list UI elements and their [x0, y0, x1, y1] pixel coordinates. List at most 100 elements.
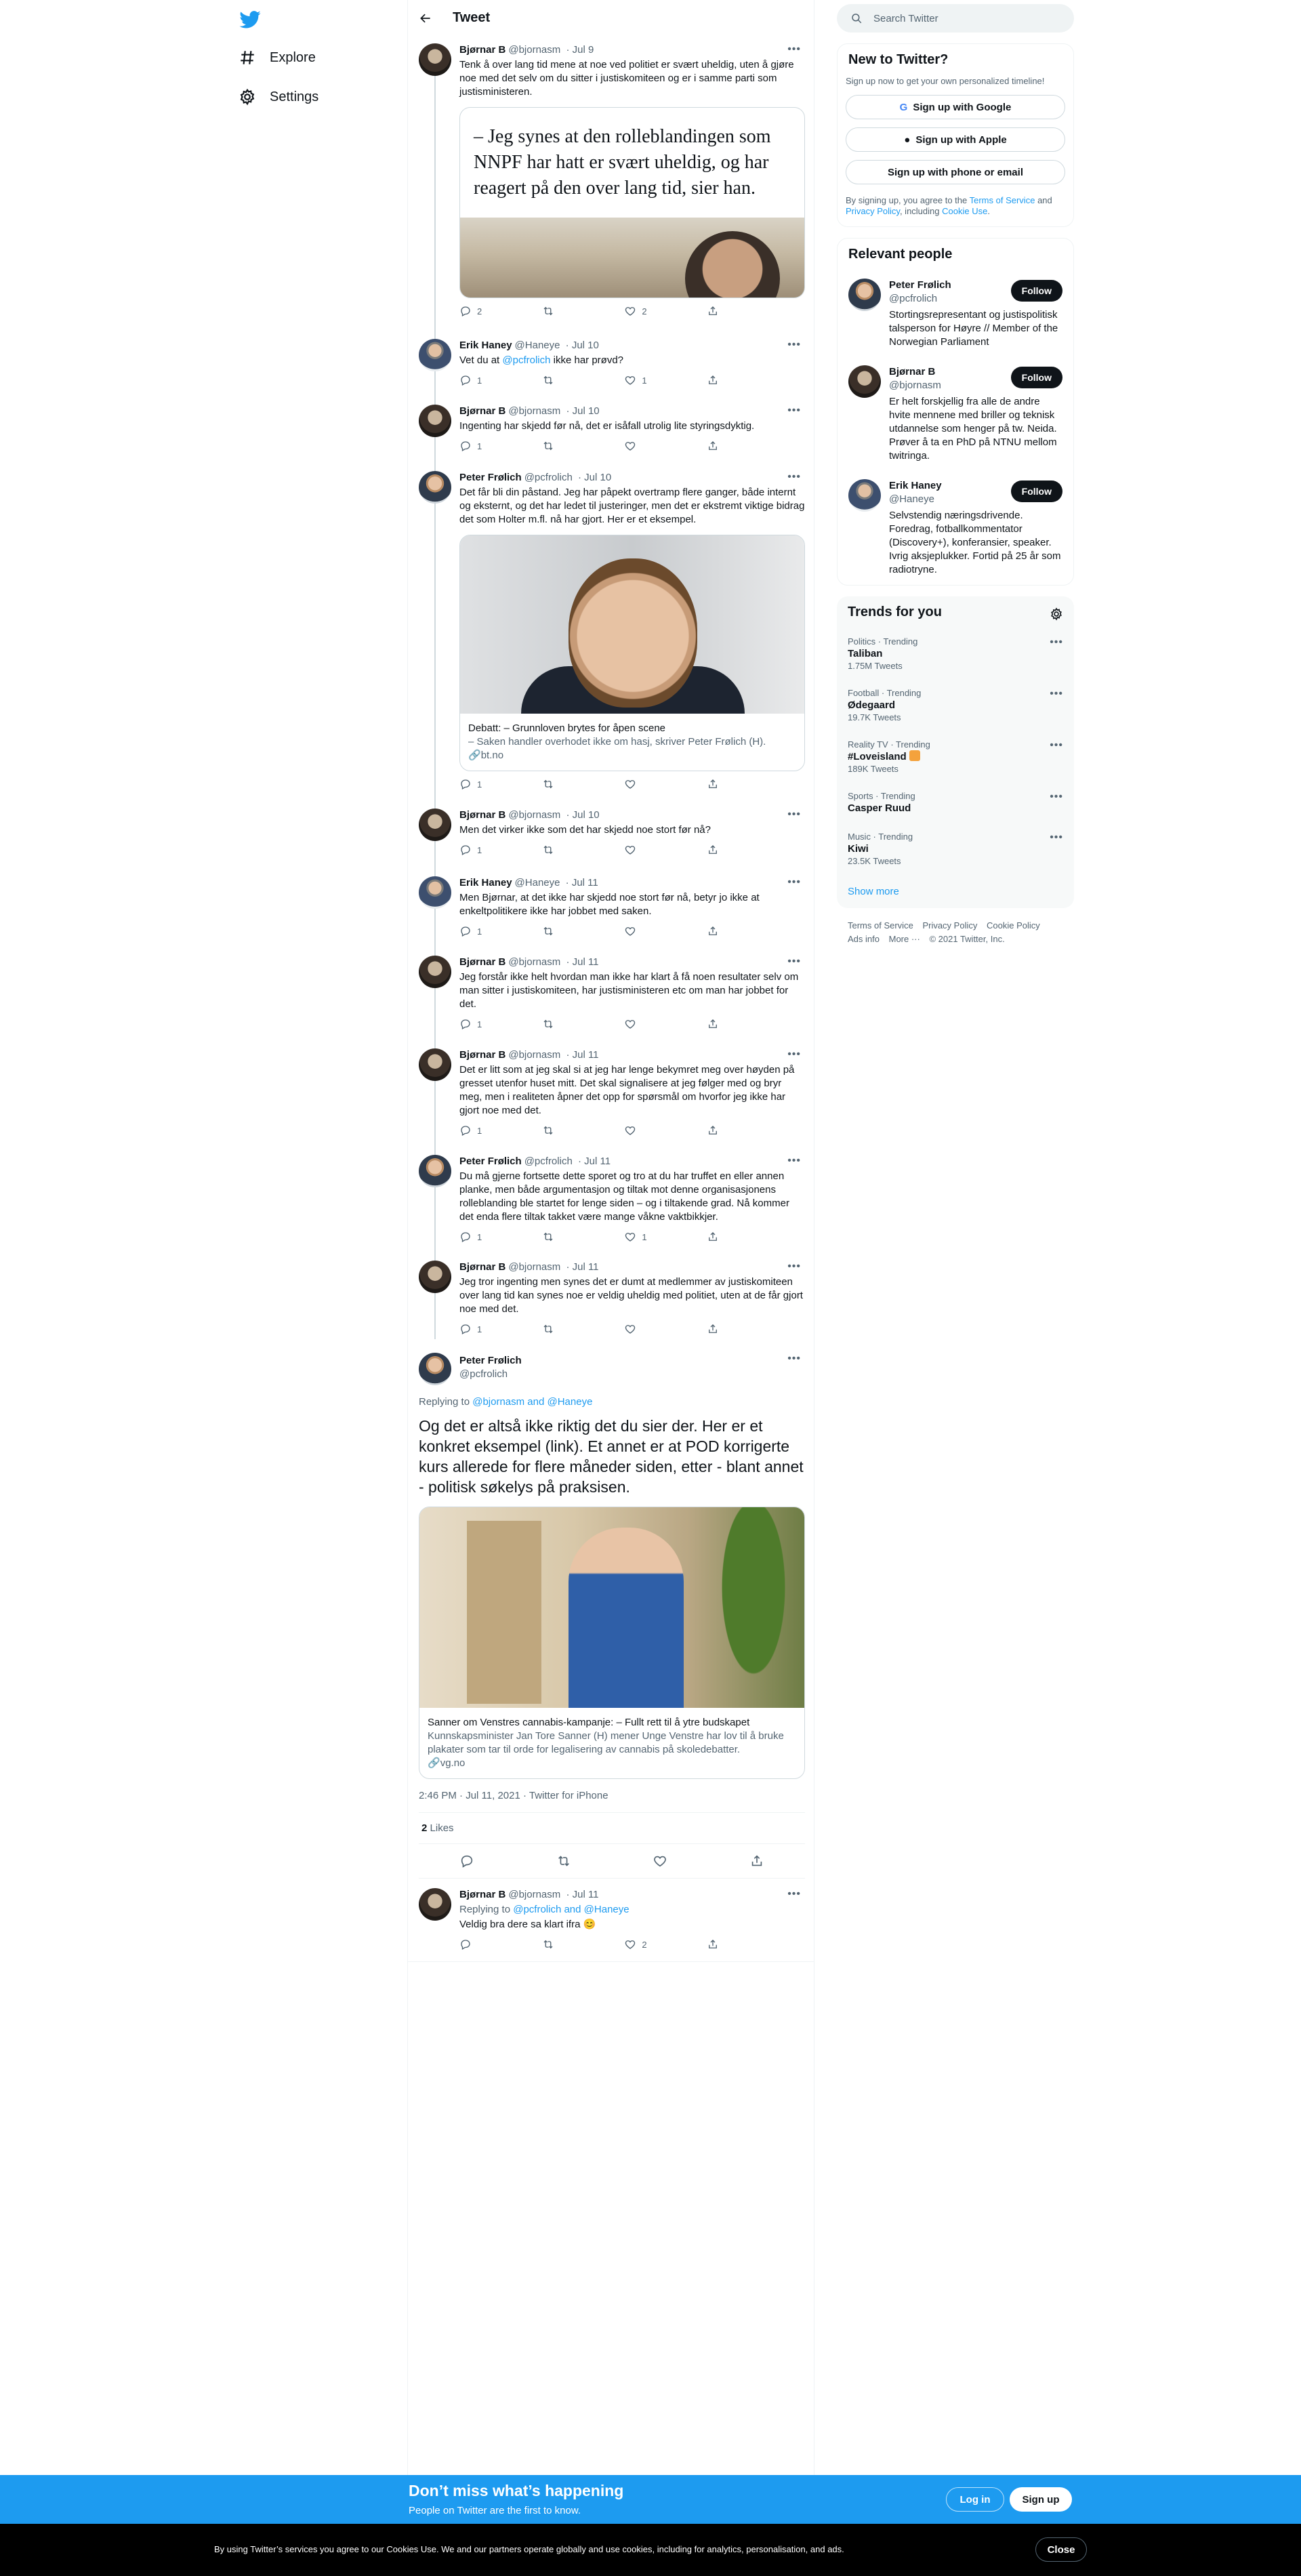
heart-icon[interactable] [653, 1854, 667, 1868]
tweet-handle[interactable]: @bjornasm [508, 405, 560, 417]
like-button[interactable] [624, 1018, 665, 1030]
tweet-date[interactable]: · Jul 10 [566, 340, 599, 351]
reply-button[interactable]: 1 [459, 778, 500, 790]
follow-button[interactable]: Follow [1010, 280, 1062, 302]
more-icon[interactable]: ••• [787, 876, 801, 888]
tweet-timestamp[interactable]: 2:46 PM · Jul 11, 2021 · Twitter for iPh… [419, 1790, 805, 1801]
login-button[interactable]: Log in [946, 2487, 1004, 2512]
like-button[interactable]: 1 [624, 374, 665, 386]
footer-link[interactable]: Privacy Policy [922, 920, 977, 931]
tweet-handle[interactable]: @pcfrolich [524, 472, 573, 483]
retweet-button[interactable] [542, 1323, 583, 1335]
privacy-link[interactable]: Privacy Policy [846, 206, 900, 216]
close-button[interactable]: Close [1035, 2537, 1087, 2562]
like-button[interactable]: 2 [624, 305, 665, 317]
tweet-author[interactable]: Erik Haney [459, 340, 512, 351]
reply-button[interactable]: 1 [459, 1323, 500, 1335]
share-button[interactable] [707, 1938, 747, 1950]
tweet-date[interactable]: · Jul 11 [566, 956, 598, 968]
replying-to-links[interactable]: @bjornasm and @Haneye [472, 1396, 592, 1408]
reply-button[interactable]: 1 [459, 844, 500, 856]
reply-button[interactable]: 1 [459, 925, 500, 937]
reply-button[interactable]: 1 [459, 1124, 500, 1137]
retweet-button[interactable] [542, 374, 583, 386]
tweet-author[interactable]: Peter Frølich [459, 1354, 522, 1368]
retweet-button[interactable] [542, 305, 583, 317]
more-icon[interactable]: ••• [787, 43, 801, 56]
gear-icon[interactable] [1050, 607, 1063, 621]
tweet-handle[interactable]: @Haneye [515, 340, 560, 351]
like-button[interactable] [624, 440, 665, 452]
tweet-handle[interactable]: @bjornasm [508, 1889, 560, 1900]
more-icon[interactable]: ••• [787, 339, 801, 351]
avatar[interactable] [419, 405, 451, 437]
tweet-handle[interactable]: @bjornasm [508, 956, 560, 968]
avatar[interactable] [419, 956, 451, 988]
avatar[interactable] [848, 279, 881, 311]
nav-explore[interactable]: Explore [239, 49, 316, 66]
trend-item[interactable]: Reality TV · Trending #Loveisland 189K Tw… [837, 731, 1074, 783]
share-button[interactable] [707, 844, 747, 856]
more-icon[interactable]: ••• [787, 956, 801, 968]
retweet-button[interactable] [542, 1124, 583, 1137]
tweet-handle[interactable]: @bjornasm [508, 809, 560, 821]
more-icon[interactable]: ••• [1050, 739, 1063, 752]
reply-button[interactable] [459, 1938, 500, 1950]
avatar[interactable] [419, 1888, 451, 1921]
tweet-handle[interactable]: @pcfrolich [524, 1156, 573, 1167]
tweet-author[interactable]: Bjørnar B [459, 1889, 505, 1900]
tweet-author[interactable]: Peter Frølich [459, 1156, 522, 1167]
signup-apple-button[interactable]: ● Sign up with Apple [846, 127, 1065, 152]
avatar[interactable] [419, 1353, 451, 1385]
like-button[interactable] [624, 1323, 665, 1335]
retweet-button[interactable] [542, 1938, 583, 1950]
footer-link[interactable]: More ··· [889, 934, 920, 944]
replying-to-links[interactable]: @pcfrolich and @Haneye [513, 1904, 629, 1915]
more-icon[interactable]: ••• [787, 471, 801, 483]
follow-button[interactable]: Follow [1010, 367, 1062, 388]
tweet-author[interactable]: Bjørnar B [459, 1049, 505, 1061]
tweet-author[interactable]: Bjørnar B [459, 405, 505, 417]
retweet-button[interactable] [542, 778, 583, 790]
tweet-handle[interactable]: @bjornasm [508, 44, 560, 56]
avatar[interactable] [419, 876, 451, 909]
tweet-date[interactable]: · Jul 9 [566, 44, 594, 56]
like-button[interactable]: 2 [624, 1938, 665, 1950]
search-box[interactable]: Search Twitter [837, 4, 1074, 33]
link-card[interactable]: Sanner om Venstres cannabis-kampanje: – … [419, 1507, 805, 1779]
back-arrow-icon[interactable] [419, 12, 432, 25]
tweet-date[interactable]: · Jul 10 [566, 405, 599, 417]
trend-item[interactable]: Politics · Trending Taliban 1.75M Tweets ••… [837, 628, 1074, 680]
share-button[interactable] [707, 925, 747, 937]
like-button[interactable]: 1 [624, 1231, 665, 1243]
retweet-icon[interactable] [556, 1854, 571, 1868]
avatar[interactable] [419, 43, 451, 76]
twitter-logo-icon[interactable] [239, 8, 262, 31]
tweet-date[interactable]: · Jul 11 [566, 1261, 598, 1273]
like-button[interactable] [624, 844, 665, 856]
follow-button[interactable]: Follow [1010, 481, 1062, 502]
avatar[interactable] [848, 365, 881, 398]
tweet-date[interactable]: · Jul 10 [578, 472, 611, 483]
tweet-author[interactable]: Erik Haney [459, 877, 512, 888]
more-icon[interactable]: ••• [1050, 636, 1063, 649]
share-button[interactable] [707, 1231, 747, 1243]
person-item[interactable]: Bjørnar B @bjornasm Follow Er helt forsk… [838, 357, 1073, 471]
retweet-button[interactable] [542, 925, 583, 937]
likes-stat[interactable]: 2 Likes [419, 1813, 805, 1843]
terms-link[interactable]: Terms of Service [970, 195, 1035, 205]
share-icon[interactable] [749, 1854, 764, 1868]
more-icon[interactable]: ••• [787, 1353, 801, 1365]
tweet-author[interactable]: Bjørnar B [459, 1261, 505, 1273]
retweet-button[interactable] [542, 844, 583, 856]
cookie-link[interactable]: Cookie Use [942, 206, 987, 216]
footer-link[interactable]: Cookie Policy [987, 920, 1040, 931]
avatar[interactable] [848, 479, 881, 512]
avatar[interactable] [419, 1155, 451, 1187]
signup-phone-button[interactable]: Sign up with phone or email [846, 160, 1065, 184]
retweet-button[interactable] [542, 1231, 583, 1243]
share-button[interactable] [707, 440, 747, 452]
like-button[interactable] [624, 925, 665, 937]
like-button[interactable] [624, 1124, 665, 1137]
trend-item[interactable]: Music · Trending Kiwi 23.5K Tweets ••• [837, 823, 1074, 875]
